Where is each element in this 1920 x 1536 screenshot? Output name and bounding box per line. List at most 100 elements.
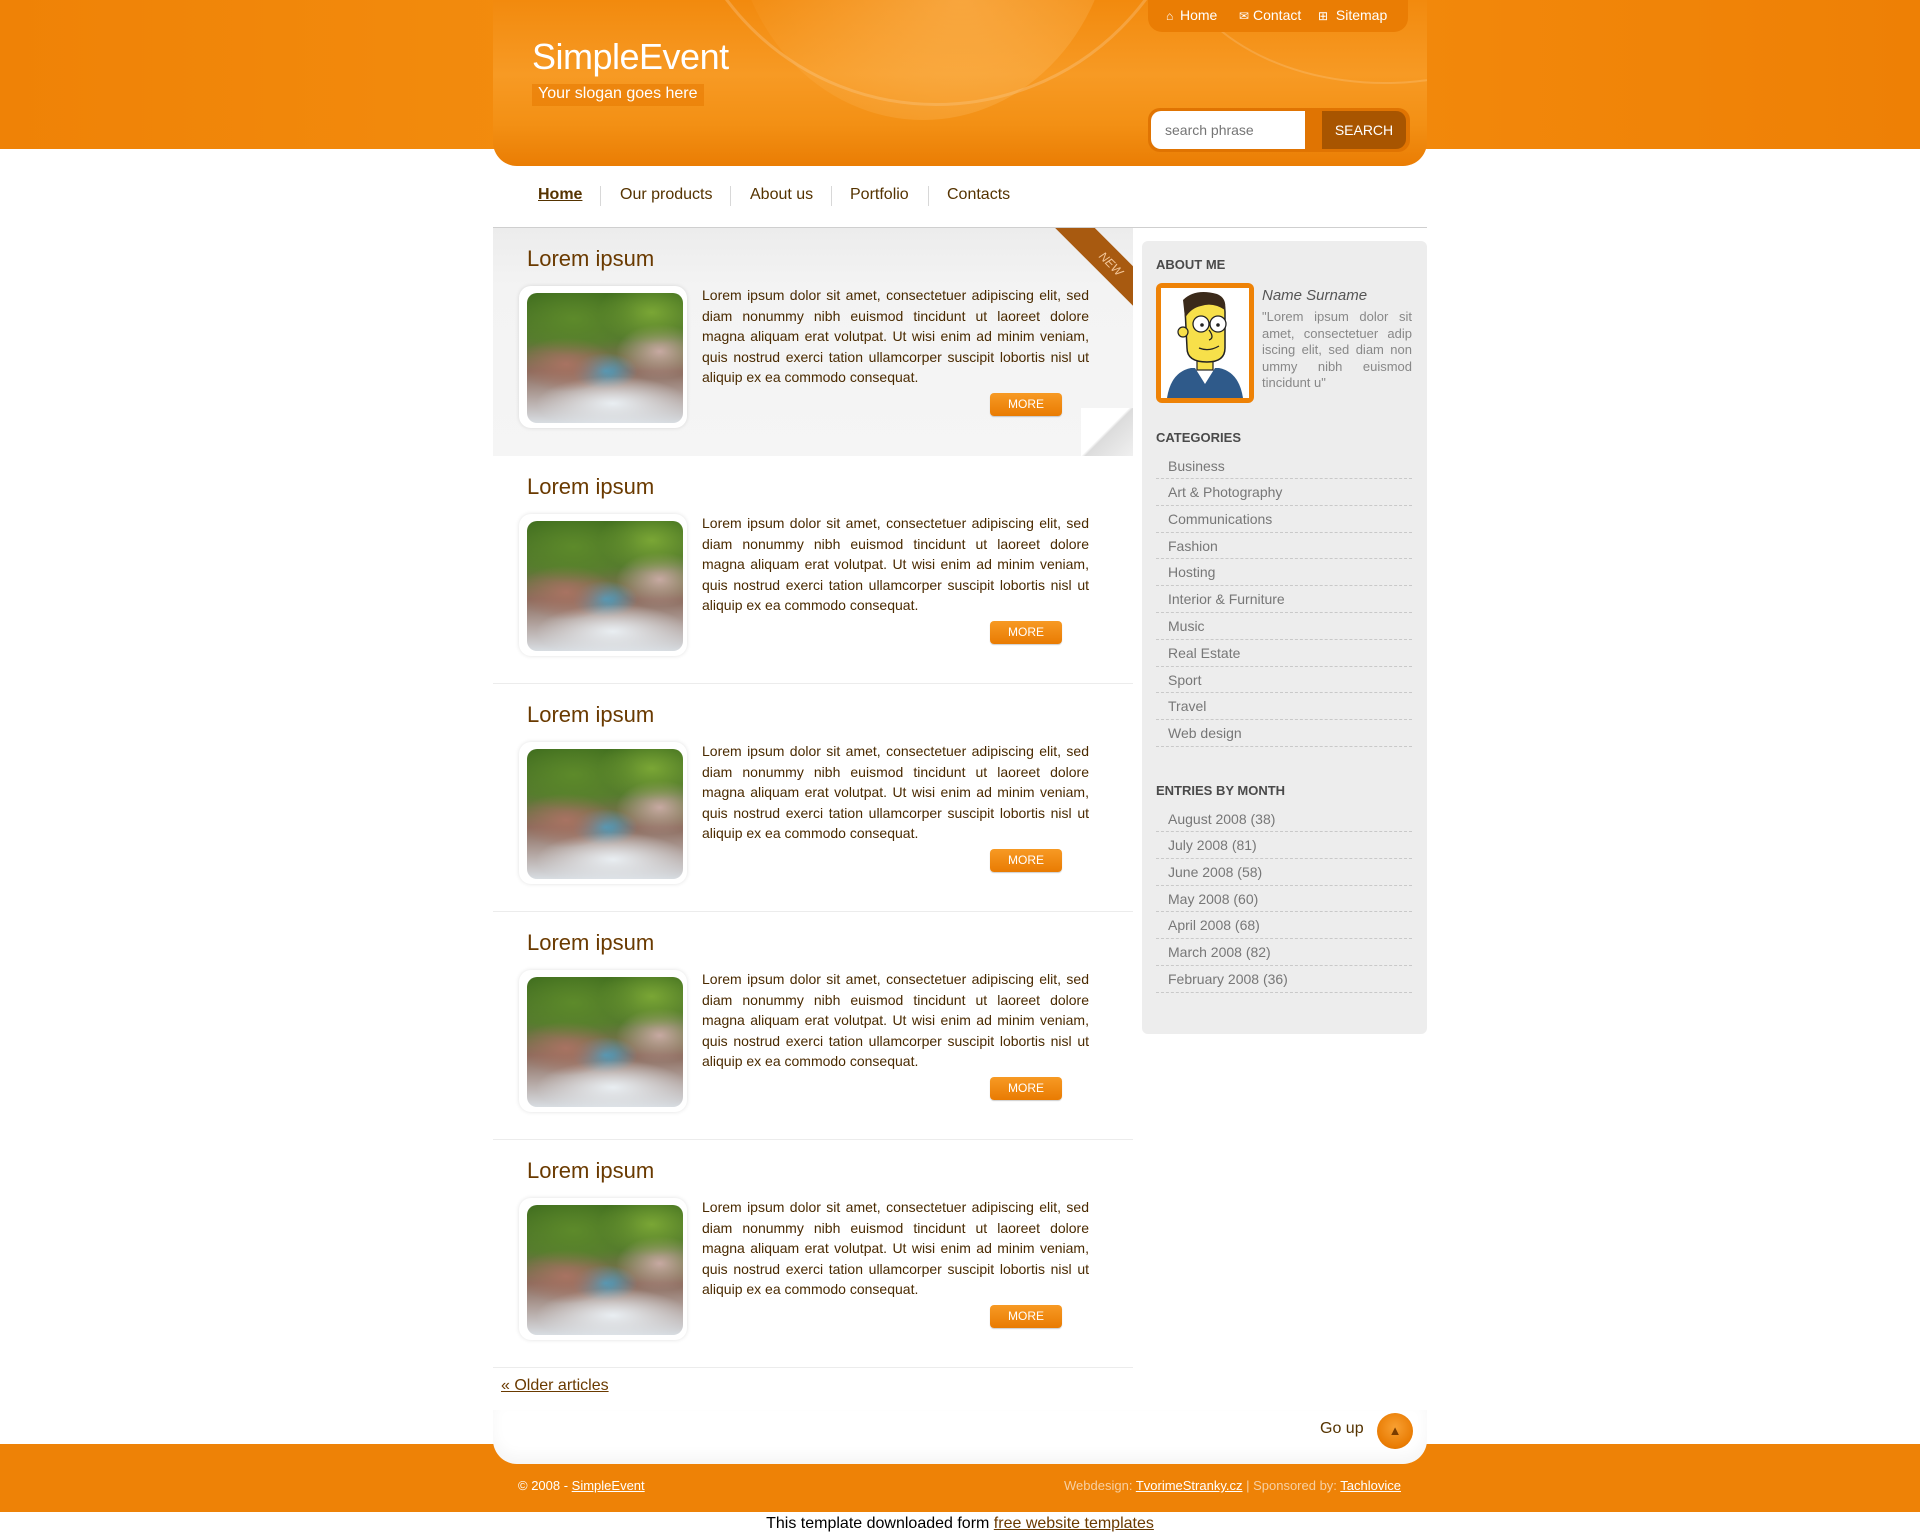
category-item-sport[interactable]: Sport	[1156, 667, 1412, 694]
top-link-sitemap-label: Sitemap	[1335, 7, 1388, 23]
nav-separator	[730, 186, 731, 206]
chevron-up-icon: ▲	[1388, 1423, 1402, 1438]
go-up-label[interactable]: Go up	[1320, 1420, 1364, 1438]
site-slogan: Your slogan goes here	[532, 84, 704, 106]
search-input[interactable]	[1151, 111, 1305, 149]
article-body: Lorem ipsum dolor sit amet, consectetuer…	[702, 515, 1089, 614]
more-button[interactable]: MORE	[990, 849, 1062, 872]
more-button[interactable]: MORE	[990, 621, 1062, 644]
article-thumbnail[interactable]	[519, 742, 687, 884]
category-item-travel[interactable]: Travel	[1156, 693, 1412, 721]
category-item-fashion[interactable]: Fashion	[1156, 533, 1412, 560]
article: Lorem ipsum Lorem ipsum dolor sit amet, …	[493, 1140, 1133, 1368]
article-title[interactable]: Lorem ipsum	[527, 930, 654, 956]
article-title[interactable]: Lorem ipsum	[527, 1158, 654, 1184]
month-item[interactable]: July 2008 (81)	[1156, 832, 1412, 859]
sponsored-link[interactable]: Tachlovice	[1340, 1478, 1401, 1493]
footer-copyright: © 2008 - SimpleEvent	[518, 1478, 645, 1493]
nav-item-about-us[interactable]: About us	[750, 186, 813, 204]
nav-separator	[928, 186, 929, 206]
month-item[interactable]: June 2008 (58)	[1156, 859, 1412, 886]
month-item[interactable]: May 2008 (60)	[1156, 886, 1412, 913]
category-item-web-design[interactable]: Web design	[1156, 720, 1412, 747]
category-item-art-photography[interactable]: Art & Photography	[1156, 479, 1412, 506]
top-link-contact-label: Contact	[1253, 7, 1302, 23]
about-quote: "Lorem ipsum dolor sit amet, consectetue…	[1262, 309, 1412, 390]
article-thumbnail[interactable]	[519, 1198, 687, 1340]
waterfall-image	[527, 749, 683, 879]
sidebar: ABOUT ME Name Surname "Lorem ipsum dolor…	[1142, 241, 1427, 1034]
webdesign-label: Webdesign:	[1064, 1478, 1136, 1493]
top-link-home[interactable]: ⌂ Home	[1166, 7, 1217, 23]
site-title[interactable]: SimpleEvent	[532, 36, 729, 78]
article-body: Lorem ipsum dolor sit amet, consectetuer…	[702, 743, 1089, 842]
article-body: Lorem ipsum dolor sit amet, consectetuer…	[702, 287, 1089, 386]
top-link-home-label: Home	[1180, 7, 1218, 23]
older-articles-link[interactable]: « Older articles	[501, 1377, 609, 1395]
top-link-sitemap[interactable]: ⊞ Sitemap	[1318, 7, 1387, 23]
article-featured: Lorem ipsum Lorem ipsum dolor sit amet, …	[493, 228, 1133, 456]
top-links-bar: ⌂ Home ✉ Contact ⊞ Sitemap	[1148, 0, 1408, 32]
month-item[interactable]: March 2008 (82)	[1156, 939, 1412, 966]
category-item-interior-furniture[interactable]: Interior & Furniture	[1156, 586, 1412, 613]
article-thumbnail[interactable]	[519, 970, 687, 1112]
home-icon: ⌂	[1166, 9, 1174, 23]
nav-item-our-products[interactable]: Our products	[620, 186, 712, 204]
article-title[interactable]: Lorem ipsum	[527, 474, 654, 500]
waterfall-image	[527, 293, 683, 423]
category-item-music[interactable]: Music	[1156, 613, 1412, 640]
month-item[interactable]: February 2008 (36)	[1156, 966, 1412, 993]
new-badge-label: NEW	[1051, 228, 1133, 314]
avatar	[1156, 283, 1254, 403]
sponsored-label: | Sponsored by:	[1242, 1478, 1341, 1493]
nav-separator	[831, 186, 832, 206]
new-badge: NEW	[1047, 228, 1133, 314]
footer-credits: Webdesign: TvorimeStranky.cz | Sponsored…	[1064, 1478, 1401, 1493]
entries-by-month-heading: ENTRIES BY MONTH	[1156, 783, 1286, 798]
more-button[interactable]: MORE	[990, 393, 1062, 416]
copyright-text: © 2008 -	[518, 1478, 572, 1493]
article-thumbnail[interactable]	[519, 286, 687, 428]
more-button[interactable]: MORE	[990, 1305, 1062, 1328]
categories-list: Business Art & Photography Communication…	[1156, 455, 1412, 747]
avatar-image	[1161, 288, 1249, 398]
waterfall-image	[527, 977, 683, 1107]
nav-item-portfolio[interactable]: Portfolio	[850, 186, 909, 204]
article-body: Lorem ipsum dolor sit amet, consectetuer…	[702, 1199, 1089, 1298]
template-credit: This template downloaded form free websi…	[0, 1515, 1920, 1533]
article-body: Lorem ipsum dolor sit amet, consectetuer…	[702, 971, 1089, 1070]
cartoon-avatar-icon	[1167, 292, 1243, 398]
free-templates-link[interactable]: free website templates	[994, 1515, 1154, 1532]
sitemap-icon: ⊞	[1318, 9, 1329, 23]
categories-heading: CATEGORIES	[1156, 430, 1241, 445]
category-item-real-estate[interactable]: Real Estate	[1156, 640, 1412, 667]
month-item[interactable]: August 2008 (38)	[1156, 808, 1412, 832]
search-button[interactable]: SEARCH	[1322, 111, 1406, 149]
months-list: August 2008 (38) July 2008 (81) June 200…	[1156, 808, 1412, 993]
webdesign-link[interactable]: TvorimeStranky.cz	[1136, 1478, 1243, 1493]
nav-item-contacts[interactable]: Contacts	[947, 186, 1010, 204]
article-divider	[493, 1367, 1133, 1368]
about-me-heading: ABOUT ME	[1156, 257, 1226, 272]
credit-text: This template downloaded form	[766, 1515, 994, 1532]
category-item-business[interactable]: Business	[1156, 455, 1412, 479]
search-box: SEARCH	[1148, 108, 1410, 152]
more-button[interactable]: MORE	[990, 1077, 1062, 1100]
go-up-button[interactable]: ▲	[1377, 1413, 1413, 1449]
page-curl-decoration	[1081, 408, 1133, 456]
category-item-hosting[interactable]: Hosting	[1156, 559, 1412, 587]
article: Lorem ipsum Lorem ipsum dolor sit amet, …	[493, 684, 1133, 912]
about-name: Name Surname	[1262, 287, 1368, 304]
article-title[interactable]: Lorem ipsum	[527, 246, 654, 272]
article-thumbnail[interactable]	[519, 514, 687, 656]
article: Lorem ipsum Lorem ipsum dolor sit amet, …	[493, 912, 1133, 1140]
footer-tab	[493, 1410, 1427, 1464]
mail-icon: ✉	[1239, 9, 1250, 23]
category-item-communications[interactable]: Communications	[1156, 506, 1412, 533]
waterfall-image	[527, 1205, 683, 1335]
nav-item-home[interactable]: Home	[538, 186, 582, 204]
top-link-contact[interactable]: ✉ Contact	[1239, 7, 1301, 23]
month-item[interactable]: April 2008 (68)	[1156, 912, 1412, 940]
article-title[interactable]: Lorem ipsum	[527, 702, 654, 728]
footer-site-link[interactable]: SimpleEvent	[572, 1478, 645, 1493]
